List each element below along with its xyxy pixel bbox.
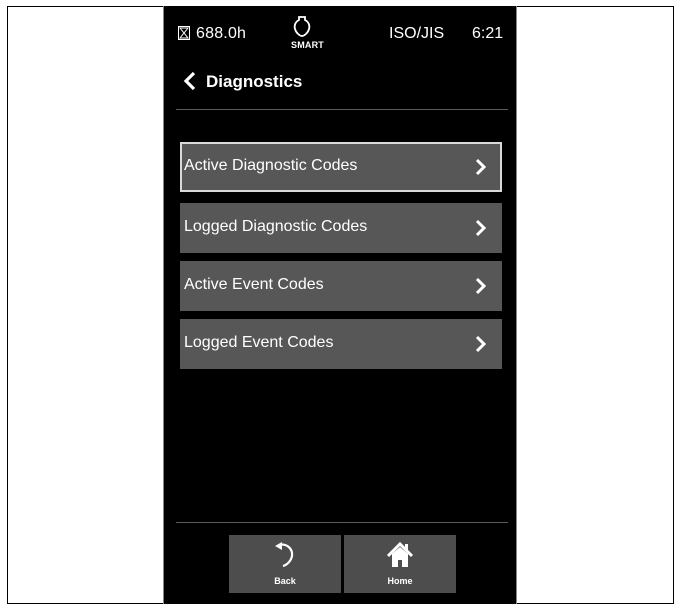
device-screen: 688.0h SMART ISO/JIS 6:21 Diagnostics Ac… (163, 6, 517, 604)
page-title: Diagnostics (206, 72, 303, 91)
divider (176, 109, 508, 110)
engine-hours: 688.0h (196, 25, 247, 42)
divider (176, 522, 508, 523)
menu-item-label: Logged Event Codes (184, 334, 334, 351)
hourglass-icon (178, 26, 190, 40)
home-label: Home (387, 576, 413, 586)
home-icon (386, 541, 414, 567)
back-label: Back (274, 576, 296, 586)
menu-item-label: Logged Diagnostic Codes (184, 218, 368, 235)
back-button[interactable]: Back (229, 535, 341, 593)
clock: 6:21 (472, 25, 504, 42)
chevron-right-icon (475, 277, 486, 295)
menu-item-logged-diagnostic-codes[interactable]: Logged Diagnostic Codes (180, 203, 502, 253)
header: Diagnostics (164, 66, 516, 98)
bulb-icon (293, 16, 311, 37)
menu-item-label: Active Diagnostic Codes (184, 157, 358, 174)
chevron-right-icon (475, 219, 486, 237)
status-bar: 688.0h SMART ISO/JIS 6:21 (164, 6, 516, 54)
chevron-right-icon (475, 158, 486, 176)
home-button[interactable]: Home (344, 535, 456, 593)
menu-item-logged-event-codes[interactable]: Logged Event Codes (180, 319, 502, 369)
menu-item-active-diagnostic-codes[interactable]: Active Diagnostic Codes (180, 142, 502, 192)
chevron-right-icon (475, 335, 486, 353)
chevron-left-icon[interactable] (182, 70, 198, 92)
menu-item-label: Active Event Codes (184, 276, 324, 293)
smart-label: SMART (291, 40, 324, 50)
menu-item-active-event-codes[interactable]: Active Event Codes (180, 261, 502, 311)
undo-arrow-icon (275, 542, 294, 568)
control-pattern: ISO/JIS (389, 25, 445, 42)
